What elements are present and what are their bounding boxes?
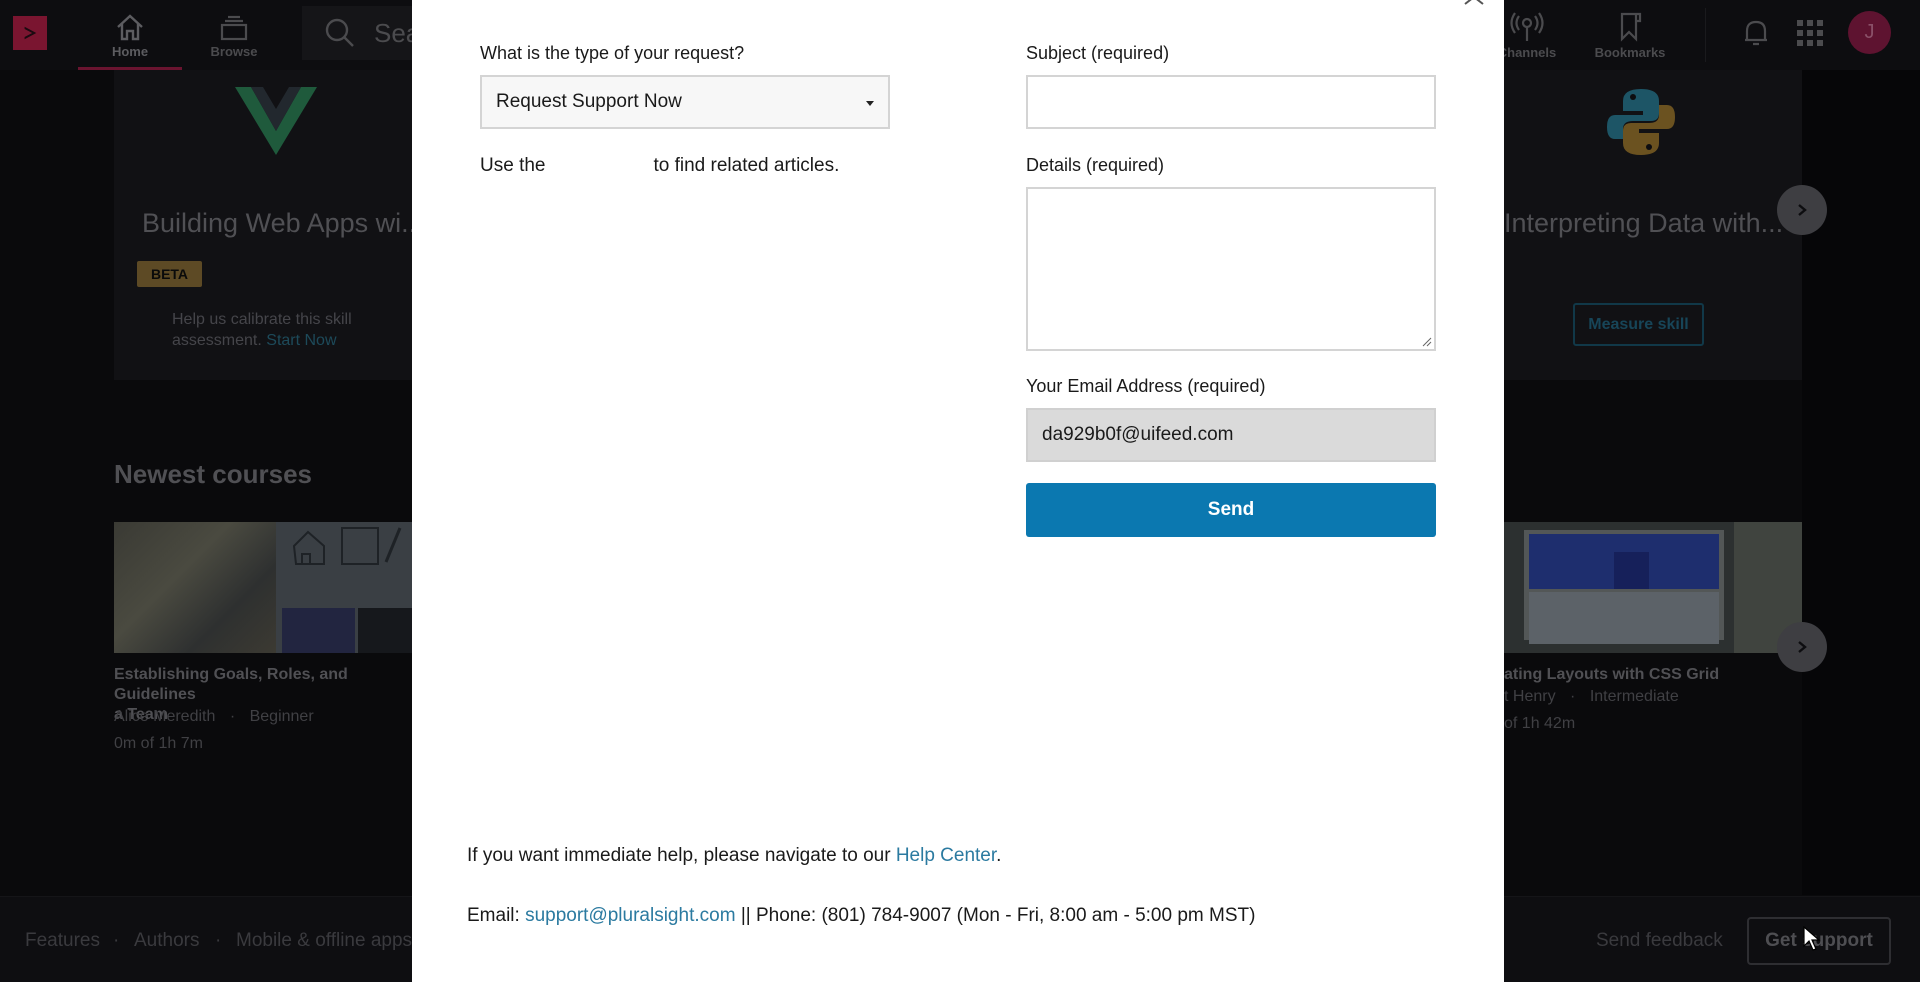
period: . bbox=[996, 845, 1002, 866]
course-progress: 0m of 1h 7m bbox=[114, 735, 203, 752]
nav-browse[interactable]: Browse bbox=[184, 6, 284, 64]
details-textarea[interactable] bbox=[1026, 187, 1436, 351]
apps-menu-button[interactable] bbox=[1793, 14, 1827, 52]
nav-browse-label: Browse bbox=[210, 43, 258, 59]
notifications-button[interactable] bbox=[1739, 14, 1773, 52]
send-feedback-link[interactable]: Send feedback bbox=[1596, 930, 1723, 952]
meta-separator: · bbox=[1570, 688, 1576, 705]
subject-label: Subject (required) bbox=[1026, 43, 1170, 63]
chevron-right-icon bbox=[1798, 641, 1807, 653]
thumbnail-illustration-icon bbox=[292, 527, 402, 565]
course-author[interactable]: t Henry bbox=[1504, 688, 1556, 705]
skill-card-title: Interpreting Data with... bbox=[1504, 208, 1784, 238]
vue-logo-icon bbox=[235, 87, 317, 155]
apps-grid-icon bbox=[1797, 20, 1823, 46]
course-progress: of 1h 42m bbox=[1504, 715, 1576, 732]
resize-grip-icon[interactable] bbox=[1422, 337, 1432, 347]
hint-before: Use the bbox=[480, 155, 546, 176]
home-icon bbox=[117, 13, 143, 40]
course-title-line1: Establishing Goals, Roles, and Guideline… bbox=[114, 666, 348, 703]
request-type-value: Request Support Now bbox=[496, 91, 682, 112]
course-meta: Alice Meredith · Beginner bbox=[114, 708, 314, 726]
course-thumbnail[interactable] bbox=[1504, 522, 1802, 653]
course-level: Beginner bbox=[249, 708, 314, 725]
hint-after: to find related articles. bbox=[653, 155, 840, 176]
calibrate-help-text: Help us calibrate this skill assessment.… bbox=[172, 309, 392, 351]
browse-icon bbox=[220, 15, 248, 40]
footer-link-features[interactable]: Features bbox=[25, 930, 100, 952]
chevron-right-icon bbox=[1798, 204, 1807, 216]
contact-info: Email: support@pluralsight.com || Phone:… bbox=[467, 905, 1255, 927]
courses-next-button[interactable] bbox=[1777, 622, 1827, 672]
start-now-link[interactable]: Start Now bbox=[266, 332, 336, 349]
bell-icon bbox=[1745, 20, 1767, 46]
request-type-label: What is the type of your request? bbox=[480, 43, 745, 63]
email-prefix: Email: bbox=[467, 905, 520, 926]
dropdown-caret-icon bbox=[866, 101, 874, 106]
nav-channels-label: Channels bbox=[1497, 44, 1557, 60]
close-modal-button[interactable] bbox=[1460, 0, 1488, 10]
nav-bookmarks[interactable]: Bookmarks bbox=[1580, 6, 1680, 64]
use-search-hint: Use the to find related articles. bbox=[480, 155, 839, 177]
email-label: Your Email Address (required) bbox=[1026, 376, 1266, 396]
footer-separator: · bbox=[215, 930, 222, 951]
support-email-link[interactable]: support@pluralsight.com bbox=[525, 905, 735, 926]
search-icon bbox=[325, 18, 354, 47]
footer-link-authors[interactable]: Authors bbox=[134, 930, 199, 952]
course-author[interactable]: Alice Meredith bbox=[114, 708, 215, 725]
email-input[interactable]: da929b0f@uifeed.com bbox=[1026, 408, 1436, 462]
beta-badge: BETA bbox=[137, 261, 202, 287]
footer-link-mobile-apps[interactable]: Mobile & offline apps bbox=[236, 930, 412, 952]
newest-courses-heading: Newest courses bbox=[114, 459, 312, 489]
immediate-help-prefix: If you want immediate help, please navig… bbox=[467, 845, 891, 866]
subject-input[interactable] bbox=[1026, 75, 1436, 129]
python-logo-icon bbox=[1607, 89, 1675, 155]
course-meta: t Henry · Intermediate bbox=[1504, 688, 1679, 706]
footer-separator: · bbox=[113, 930, 120, 951]
close-icon bbox=[1464, 0, 1484, 5]
channels-icon bbox=[1510, 11, 1544, 41]
phone-text: || Phone: (801) 784-9007 (Mon - Fri, 8:0… bbox=[740, 905, 1256, 926]
nav-bookmarks-label: Bookmarks bbox=[1594, 44, 1666, 60]
nav-divider bbox=[1705, 8, 1706, 62]
course-level: Intermediate bbox=[1589, 688, 1679, 705]
pluralsight-logo[interactable] bbox=[13, 16, 47, 50]
help-center-link[interactable]: Help Center bbox=[896, 845, 996, 866]
immediate-help-text: If you want immediate help, please navig… bbox=[467, 845, 1001, 867]
course-title[interactable]: ating Layouts with CSS Grid bbox=[1504, 665, 1719, 685]
skill-card-title: Building Web Apps wi... bbox=[142, 208, 424, 238]
page: Home Browse Sea Channels Bookmarks J Bui… bbox=[0, 0, 1920, 982]
send-button[interactable]: Send bbox=[1026, 483, 1436, 537]
request-type-select[interactable]: Request Support Now bbox=[480, 75, 890, 129]
mouse-cursor-icon bbox=[1803, 926, 1821, 951]
measure-skill-button[interactable]: Measure skill bbox=[1573, 303, 1704, 346]
meta-separator: · bbox=[229, 708, 236, 725]
skills-next-button[interactable] bbox=[1777, 185, 1827, 235]
play-logo-icon bbox=[24, 26, 37, 40]
nav-home[interactable]: Home bbox=[80, 6, 180, 64]
bookmarks-icon bbox=[1620, 12, 1642, 42]
nav-home-label: Home bbox=[111, 43, 149, 59]
user-avatar[interactable]: J bbox=[1848, 11, 1891, 54]
course-thumbnail[interactable] bbox=[114, 522, 412, 653]
details-label: Details (required) bbox=[1026, 155, 1165, 175]
